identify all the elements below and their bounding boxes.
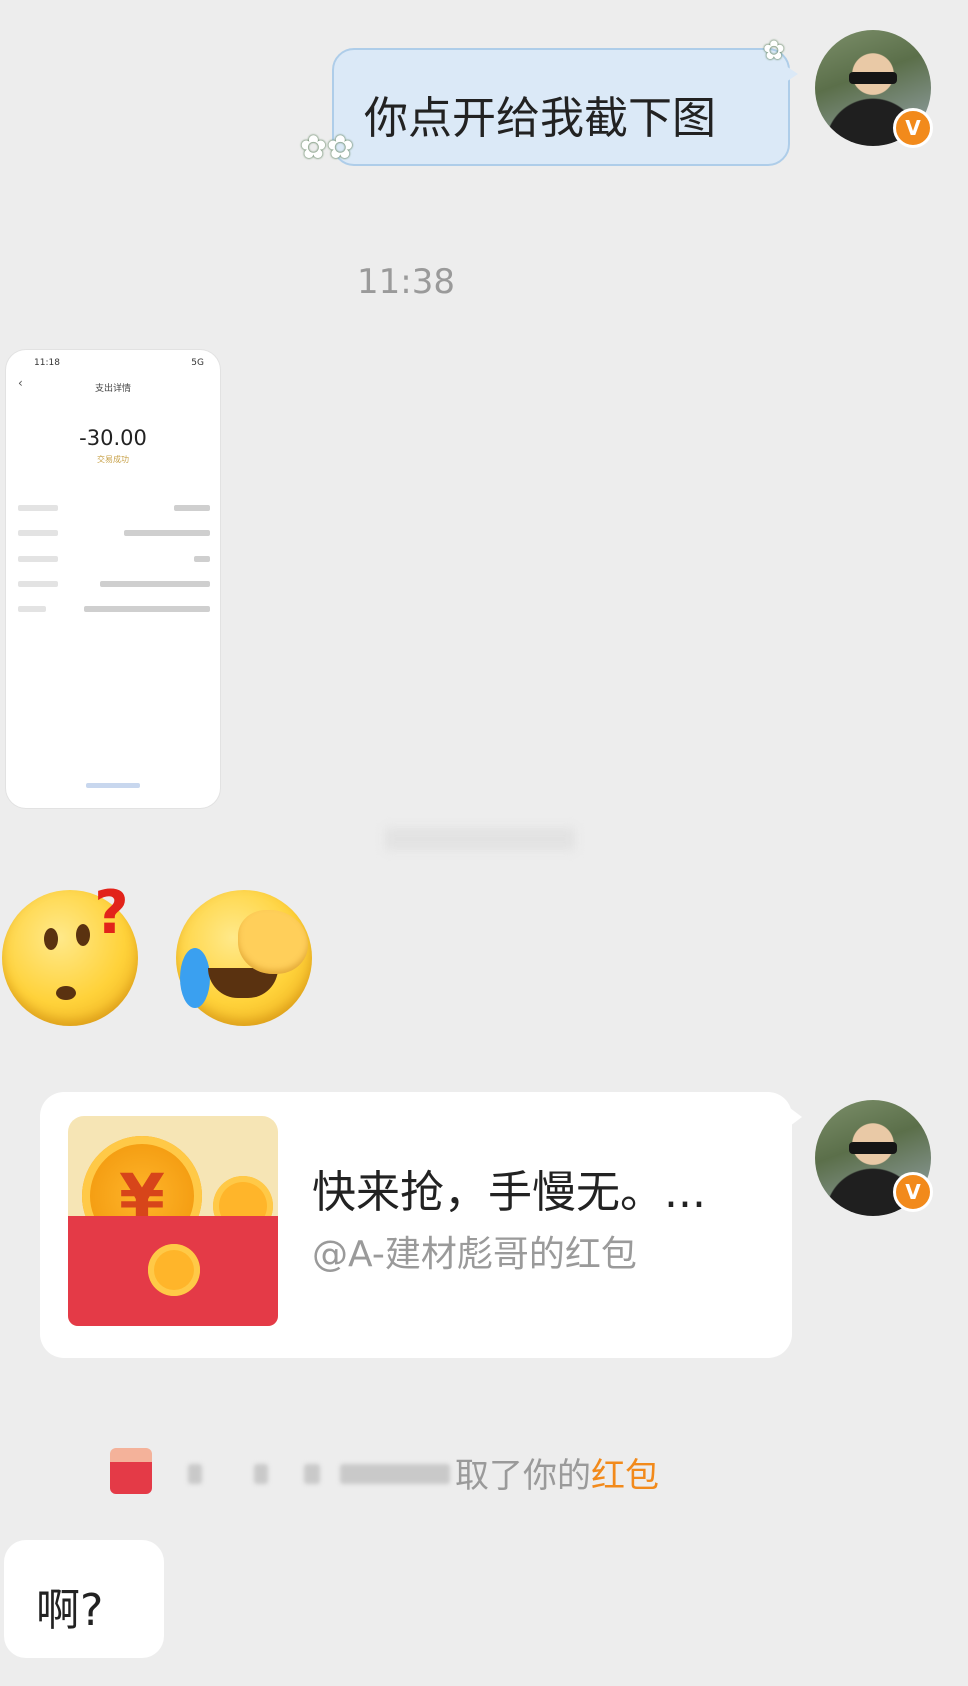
tear-icon <box>180 948 210 1008</box>
screenshot-image-message[interactable]: 11:18 5G ‹ 支出详情 -30.00 交易成功 <box>6 350 220 808</box>
bubble-tail <box>786 66 798 82</box>
red-envelope-icon: ¥ <box>68 1116 278 1326</box>
detail-label <box>18 505 58 511</box>
bubble-tail <box>790 1108 802 1126</box>
detail-label <box>18 581 58 587</box>
detail-label <box>18 530 58 536</box>
verified-badge-icon: V <box>893 1172 933 1212</box>
detail-value <box>100 581 210 587</box>
incoming-text: 啊? <box>36 1585 104 1636</box>
red-packet-title: 快来抢，手慢无。... <box>312 1167 706 1218</box>
screenshot-status-signal: 5G <box>191 358 204 368</box>
red-packet-link[interactable]: 红包 <box>591 1456 659 1496</box>
sunglasses <box>849 72 897 84</box>
screenshot-title: 支出详情 <box>94 384 131 394</box>
screenshot-status: 交易成功 <box>97 455 129 464</box>
outgoing-text-bubble[interactable]: 你点开给我截下图 <box>332 48 790 166</box>
message-timestamp: 11:38 <box>357 262 455 302</box>
emoji-eye <box>76 924 90 946</box>
screenshot-amount: -30.00 <box>79 426 147 450</box>
redacted-name <box>340 1464 450 1484</box>
detail-label <box>18 556 58 562</box>
screenshot-footer-link <box>86 783 140 788</box>
detail-value <box>174 505 210 511</box>
red-packet-received-notice: 取了你的红包 <box>110 1448 710 1498</box>
detail-value <box>194 556 210 562</box>
red-packet-small-icon <box>110 1448 152 1494</box>
redacted-name <box>304 1464 320 1484</box>
detail-value <box>124 530 210 536</box>
coin-icon <box>148 1244 200 1296</box>
red-packet-card[interactable]: ¥ 快来抢，手慢无。... @A-建材彪哥的红包 <box>40 1092 792 1358</box>
notice-text: 取了你的红包 <box>455 1448 659 1497</box>
red-packet-subtitle: @A-建材彪哥的红包 <box>312 1234 637 1275</box>
thinking-question-emoji-icon[interactable]: ? <box>2 878 138 1026</box>
incoming-text-bubble[interactable]: 啊? <box>4 1540 164 1658</box>
flower-decoration-icon: ✿ <box>763 36 785 66</box>
emoji-eye <box>44 928 58 950</box>
outgoing-text: 你点开给我截下图 <box>364 93 716 144</box>
question-mark-icon: ? <box>94 878 129 948</box>
facepalm-laughing-emoji-icon[interactable] <box>176 890 312 1026</box>
notice-text-prefix: 取了你的 <box>455 1456 591 1496</box>
screenshot-status-time: 11:18 <box>34 358 60 368</box>
flower-cluster-icon: ✿✿ <box>300 128 354 166</box>
sunglasses <box>849 1142 897 1154</box>
detail-value <box>84 606 210 612</box>
detail-label <box>18 606 46 612</box>
redacted-name <box>188 1464 202 1484</box>
emoji-mouth <box>56 986 76 1000</box>
blurred-watermark <box>385 828 575 850</box>
hand-icon <box>238 910 308 974</box>
redacted-name <box>254 1464 268 1484</box>
verified-badge-icon: V <box>893 108 933 148</box>
